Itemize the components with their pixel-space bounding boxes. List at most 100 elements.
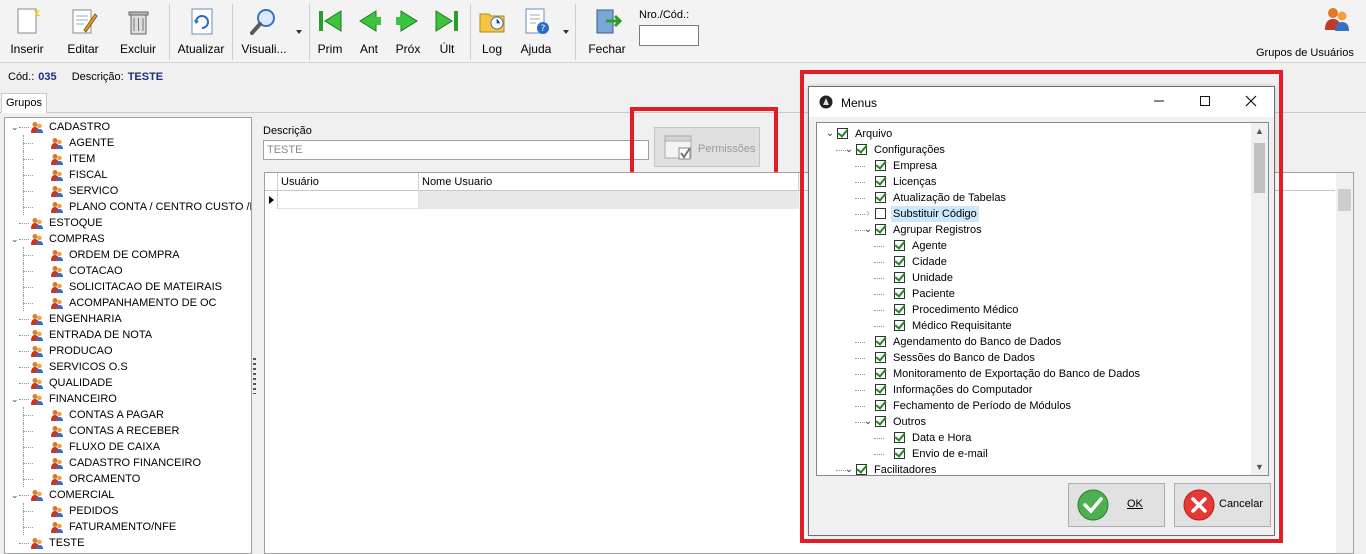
tree-item[interactable]: ITEM [5, 151, 251, 167]
menu-tree-item[interactable]: Informações do Computador [817, 382, 1251, 398]
tree-item[interactable]: QUALIDADE [5, 375, 251, 391]
table-cell[interactable] [419, 191, 799, 209]
checkbox[interactable] [875, 368, 886, 379]
collapse-icon[interactable]: ⌄ [844, 462, 854, 475]
minimize-button[interactable] [1136, 87, 1182, 117]
tree-item[interactable]: FATURAMENTO/NFE [5, 519, 251, 535]
menu-tree-item[interactable]: ⌄ Facilitadores [817, 462, 1251, 475]
atualizar-button[interactable]: Atualizar [176, 0, 226, 62]
menu-tree-item[interactable]: Paciente [817, 286, 1251, 302]
tree-item[interactable]: FISCAL [5, 167, 251, 183]
checkbox[interactable] [894, 304, 905, 315]
ajuda-dropdown-arrow[interactable] [563, 30, 569, 34]
maximize-button[interactable] [1182, 87, 1228, 117]
prim-button[interactable]: Prim [313, 0, 347, 62]
menu-tree-item[interactable]: ⌄ Outros [817, 414, 1251, 430]
checkbox[interactable] [875, 176, 886, 187]
excluir-button[interactable]: Excluir [114, 0, 162, 62]
scrollbar-thumb[interactable] [1254, 143, 1265, 193]
close-button[interactable] [1228, 87, 1274, 117]
editar-button[interactable]: Editar [62, 0, 104, 62]
tree-item[interactable]: ENTRADA DE NOTA [5, 327, 251, 343]
scroll-down-icon[interactable]: ▼ [1251, 459, 1268, 475]
checkbox[interactable] [875, 160, 886, 171]
menu-tree-item[interactable]: Agente [817, 238, 1251, 254]
tab-grupos[interactable]: Grupos [1, 93, 47, 113]
tree-item[interactable]: ENGENHARIA [5, 311, 251, 327]
collapse-icon[interactable]: ⌄ [863, 222, 873, 238]
menu-tree-item[interactable]: Médico Requisitante [817, 318, 1251, 334]
checkbox[interactable] [894, 432, 905, 443]
menu-tree-item[interactable]: ⌄ Arquivo [817, 126, 1251, 142]
tree-item[interactable]: FLUXO DE CAIXA [5, 439, 251, 455]
últ-button[interactable]: Últ [430, 0, 464, 62]
checkbox[interactable] [875, 208, 886, 219]
tree-item[interactable]: CADASTRO FINANCEIRO [5, 455, 251, 471]
menus-tree[interactable]: ▲ ▼ ⌄ Arquivo ⌄ Configurações Empresa Licença… [816, 122, 1269, 476]
splitter-handle[interactable] [253, 358, 256, 394]
tree-item[interactable]: ORDEM DE COMPRA [5, 247, 251, 263]
collapse-icon[interactable]: ⌄ [825, 126, 835, 142]
scrollbar-thumb[interactable] [1338, 189, 1351, 211]
grid-col-nome-usuario[interactable]: Nome Usuario [419, 173, 799, 191]
descricao-field[interactable]: TESTE [263, 140, 649, 160]
tree-item[interactable]: SERVICOS O.S [5, 359, 251, 375]
menu-tree-item[interactable]: Fechamento de Período de Módulos [817, 398, 1251, 414]
tree-item[interactable]: ESTOQUE [5, 215, 251, 231]
checkbox[interactable] [894, 272, 905, 283]
tree-item[interactable]: ⌄ COMERCIAL [5, 487, 251, 503]
tree-item[interactable]: ⌄ COMPRAS [5, 231, 251, 247]
grupos-usuarios-button[interactable]: Grupos de Usuários [1256, 0, 1366, 62]
menu-tree-item[interactable]: ⌄ Configurações [817, 142, 1251, 158]
collapse-icon[interactable]: ⌄ [844, 142, 854, 158]
menu-tree-item[interactable]: Sessões do Banco de Dados [817, 350, 1251, 366]
menu-tree-item[interactable]: Procedimento Médico [817, 302, 1251, 318]
tree-item[interactable]: ⌄ CADASTRO [5, 119, 251, 135]
groups-tree[interactable]: ⌄ CADASTRO AGENTE ITEM FISCAL SERVICO PLANO CO… [4, 117, 252, 554]
tree-item[interactable]: COTACAO [5, 263, 251, 279]
tree-item[interactable]: SERVICO [5, 183, 251, 199]
visualizar-dropdown-arrow[interactable] [296, 30, 302, 34]
tree-item[interactable]: CONTAS A PAGAR [5, 407, 251, 423]
checkbox[interactable] [856, 144, 867, 155]
checkbox[interactable] [894, 288, 905, 299]
tree-item[interactable]: ⌄ FINANCEIRO [5, 391, 251, 407]
grid-scrollbar[interactable] [1336, 173, 1353, 553]
tree-item[interactable]: AGENTE [5, 135, 251, 151]
checkbox[interactable] [875, 192, 886, 203]
inserir-button[interactable]: Inserir [4, 0, 50, 62]
checkbox[interactable] [875, 384, 886, 395]
menu-tree-item[interactable]: Agendamento do Banco de Dados [817, 334, 1251, 350]
menu-tree-item[interactable]: Cidade [817, 254, 1251, 270]
menu-tree-item[interactable]: › Substituir Código [817, 206, 1251, 222]
próx-button[interactable]: Próx [390, 0, 426, 62]
expand-icon[interactable]: › [863, 206, 873, 222]
checkbox[interactable] [856, 464, 867, 475]
ok-button[interactable]: OK [1068, 483, 1165, 527]
tree-item[interactable]: TESTE [5, 535, 251, 551]
checkbox[interactable] [875, 224, 886, 235]
ant-button[interactable]: Ant [353, 0, 385, 62]
menu-tree-item[interactable]: ⌄ Agrupar Registros [817, 222, 1251, 238]
checkbox[interactable] [894, 240, 905, 251]
checkbox[interactable] [894, 448, 905, 459]
tree-item[interactable]: PLANO CONTA / CENTRO CUSTO /DEF [5, 199, 251, 215]
fechar-button[interactable]: Fechar [582, 0, 632, 62]
collapse-icon[interactable]: ⌄ [863, 414, 873, 430]
checkbox[interactable] [875, 416, 886, 427]
cancel-button[interactable]: Cancelar [1174, 483, 1271, 527]
tree-item[interactable]: ACOMPANHAMENTO DE OC [5, 295, 251, 311]
menu-tree-item[interactable]: Envio de e-mail [817, 446, 1251, 462]
menu-tree-item[interactable]: Licenças [817, 174, 1251, 190]
scroll-up-icon[interactable]: ▲ [1251, 123, 1268, 139]
tree-item[interactable]: SOLICITACAO DE MATEIRAIS [5, 279, 251, 295]
nro-cod-input[interactable] [639, 25, 699, 46]
menu-tree-item[interactable]: Monitoramento de Exportação do Banco de … [817, 366, 1251, 382]
ajuda-button[interactable]: ? Ajuda [515, 0, 557, 62]
tree-item[interactable]: PEDIDOS [5, 503, 251, 519]
menu-tree-item[interactable]: Atualização de Tabelas [817, 190, 1251, 206]
tree-item[interactable]: ORCAMENTO [5, 471, 251, 487]
table-cell[interactable] [278, 191, 419, 209]
menu-tree-item[interactable]: Unidade [817, 270, 1251, 286]
checkbox[interactable] [875, 400, 886, 411]
